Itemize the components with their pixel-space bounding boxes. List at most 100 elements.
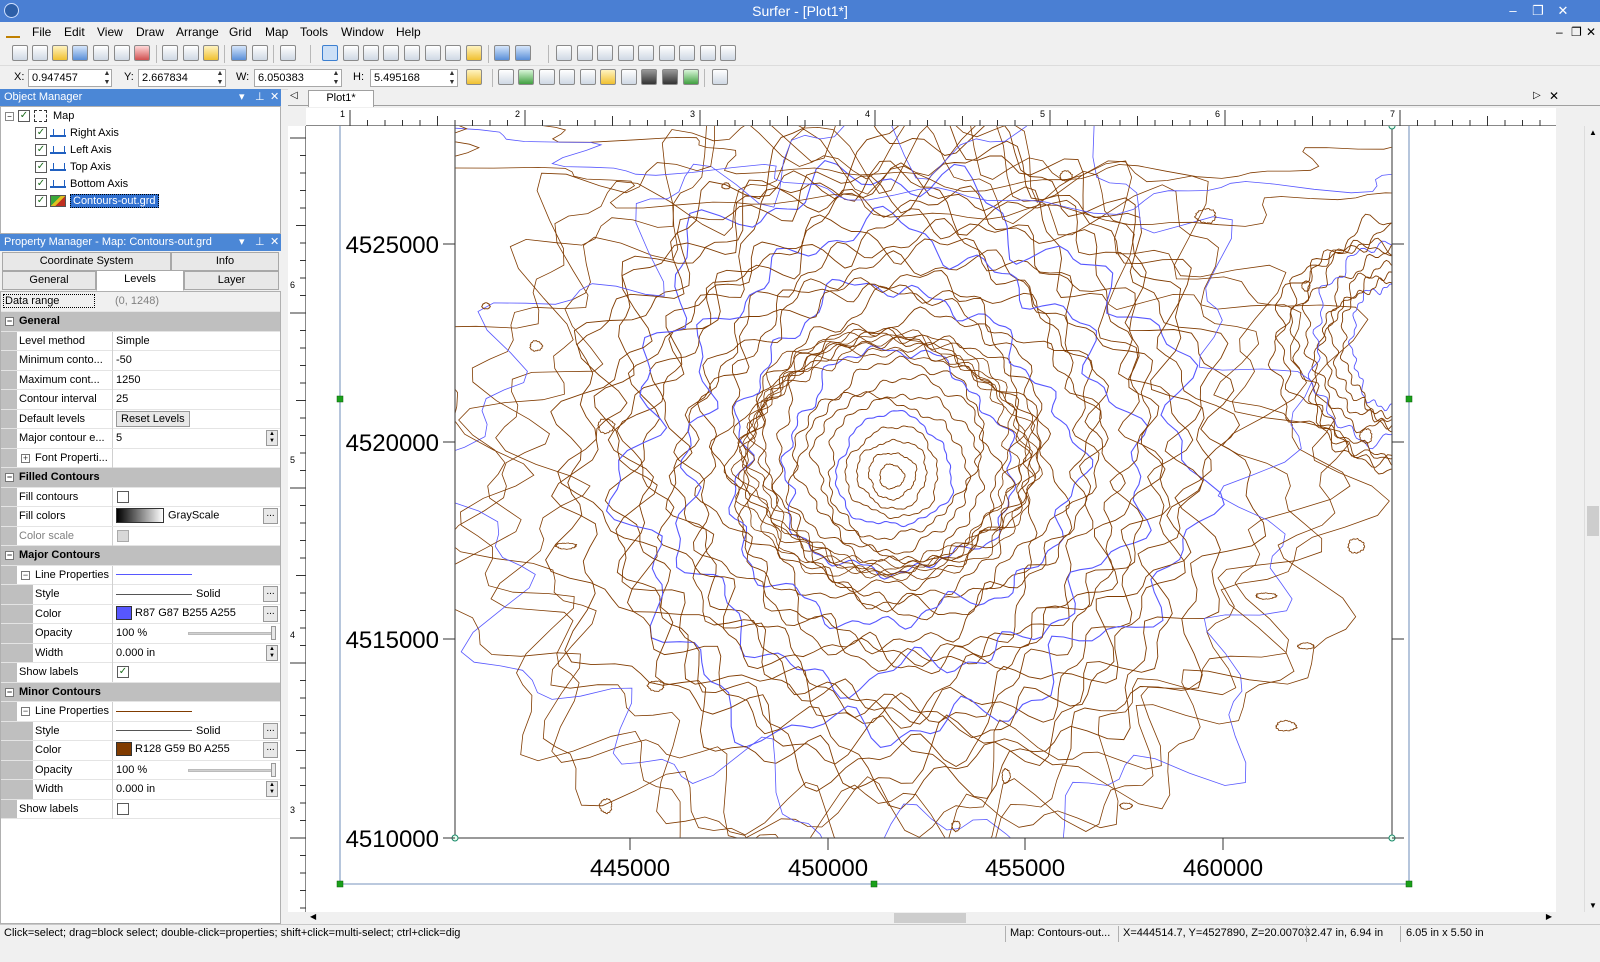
- fill-colors-value[interactable]: GrayScale ...: [112, 507, 280, 526]
- color-scale-checkbox[interactable]: [117, 529, 129, 542]
- collapse-icon[interactable]: −: [5, 473, 14, 482]
- tree-item-left-axis[interactable]: Left Axis: [70, 142, 112, 158]
- copy-icon[interactable]: [183, 45, 199, 61]
- more-options-button[interactable]: ...: [263, 605, 278, 622]
- restore-button[interactable]: ❐: [1527, 1, 1549, 21]
- spinner-icon[interactable]: ▲ ▼: [266, 781, 278, 797]
- 3d-surface-icon[interactable]: [683, 69, 699, 85]
- minor-show-labels-checkbox[interactable]: [117, 802, 129, 815]
- color-scale-row[interactable]: Color scale: [1, 526, 280, 546]
- major-style-value[interactable]: Solid ...: [112, 585, 280, 604]
- collapse-icon[interactable]: −: [21, 570, 30, 580]
- major-style-row[interactable]: Style Solid ...: [1, 585, 280, 605]
- contour-map-icon[interactable]: [518, 69, 534, 85]
- reset-levels-button[interactable]: Reset Levels: [116, 410, 190, 427]
- undo-icon[interactable]: [231, 45, 247, 61]
- symbol-icon[interactable]: [618, 45, 634, 61]
- panel-menu-icon[interactable]: ▾: [239, 235, 245, 248]
- rounded-rectangle-icon[interactable]: [659, 45, 675, 61]
- tree-item-right-axis[interactable]: Right Axis: [70, 125, 119, 141]
- top-axis-checkbox[interactable]: ✓: [35, 161, 47, 173]
- collapse-icon[interactable]: −: [5, 112, 14, 121]
- horizontal-scrollbar[interactable]: ◀ ▶: [306, 912, 1556, 924]
- major-every-row[interactable]: Major contour e... 5 ▲ ▼: [1, 429, 280, 449]
- menu-help[interactable]: Help: [396, 25, 421, 39]
- tab-info[interactable]: Info: [171, 252, 279, 271]
- menu-map[interactable]: Map: [265, 25, 288, 39]
- x-field[interactable]: 0.947457: [28, 69, 112, 87]
- text-icon[interactable]: [556, 45, 572, 61]
- minor-width-row[interactable]: Width 0.000 in ▲ ▼: [1, 780, 280, 800]
- minor-style-value[interactable]: Solid ...: [112, 721, 280, 741]
- tab-levels[interactable]: Levels: [96, 270, 184, 291]
- menu-edit[interactable]: Edit: [64, 25, 85, 39]
- major-opacity-row[interactable]: Opacity 100 %: [1, 624, 280, 644]
- minor-line-properties-row[interactable]: − Line Properties: [1, 702, 280, 722]
- more-options-button[interactable]: ...: [263, 742, 278, 758]
- minor-width-value[interactable]: 0.000 in ▲ ▼: [112, 780, 280, 799]
- level-method-row[interactable]: Level method Simple: [1, 331, 280, 351]
- collapse-icon[interactable]: −: [21, 707, 30, 716]
- minor-opacity-value[interactable]: 100 %: [112, 760, 280, 780]
- minor-color-value[interactable]: R128 G59 B0 A255 ...: [112, 741, 280, 760]
- w-spinner-icon[interactable]: ▲ ▼: [331, 69, 341, 87]
- contour-interval-value[interactable]: 25: [112, 390, 280, 409]
- collapse-icon[interactable]: −: [5, 317, 14, 326]
- paste-icon[interactable]: [203, 45, 219, 61]
- contour-map[interactable]: 4525000 4520000 4515000 4510000 445000 450000…: [306, 126, 1556, 912]
- reshape-icon[interactable]: [720, 45, 736, 61]
- minor-color-row[interactable]: Color R128 G59 B0 A255 ...: [1, 741, 280, 761]
- scroll-right-icon[interactable]: ▶: [1546, 912, 1552, 921]
- tree-item-bottom-axis[interactable]: Bottom Axis: [70, 176, 128, 192]
- major-contours-section[interactable]: − Major Contours: [1, 546, 280, 566]
- menu-grid[interactable]: Grid: [229, 25, 252, 39]
- surface-map-icon[interactable]: [662, 69, 678, 85]
- spinner-icon[interactable]: ▲ ▼: [266, 430, 278, 446]
- minor-show-labels-row[interactable]: Show labels: [1, 799, 280, 819]
- major-line-properties-row[interactable]: − Line Properties: [1, 565, 280, 585]
- slider-thumb[interactable]: [271, 626, 276, 640]
- mdi-restore-button[interactable]: ❐: [1571, 25, 1582, 39]
- cut-icon[interactable]: [162, 45, 178, 61]
- select-arrow-icon[interactable]: [322, 45, 338, 61]
- new-worksheet-icon[interactable]: [32, 45, 48, 61]
- menu-arrange[interactable]: Arrange: [176, 25, 219, 39]
- image-map-icon[interactable]: [580, 69, 596, 85]
- font-properties-row[interactable]: + Font Properti...: [1, 448, 280, 468]
- min-contour-row[interactable]: Minimum conto... -50: [1, 351, 280, 371]
- menu-file[interactable]: File: [32, 25, 51, 39]
- major-color-value[interactable]: R87 G87 B255 A255 ...: [112, 604, 280, 624]
- filled-contours-section[interactable]: − Filled Contours: [1, 468, 280, 488]
- panel-close-icon[interactable]: ✕: [270, 235, 279, 248]
- tree-item-top-axis[interactable]: Top Axis: [70, 159, 111, 175]
- collapse-icon[interactable]: −: [5, 551, 14, 560]
- major-color-row[interactable]: Color R87 G87 B255 A255 ...: [1, 604, 280, 624]
- menu-draw[interactable]: Draw: [136, 25, 164, 39]
- menu-view[interactable]: View: [97, 25, 123, 39]
- vector-map-icon[interactable]: [621, 69, 637, 85]
- major-width-row[interactable]: Width 0.000 in ▲ ▼: [1, 643, 280, 663]
- tab-scroll-left-icon[interactable]: ◁: [290, 90, 298, 101]
- redo-icon[interactable]: [252, 45, 268, 61]
- fill-colors-row[interactable]: Fill colors GrayScale ...: [1, 507, 280, 527]
- general-section[interactable]: − General: [1, 312, 280, 332]
- plot-canvas[interactable]: 4525000 4520000 4515000 4510000 445000 450000…: [306, 126, 1556, 912]
- base-map-icon[interactable]: [498, 69, 514, 85]
- left-axis-checkbox[interactable]: ✓: [35, 144, 47, 156]
- w-field[interactable]: 6.050383: [254, 69, 342, 87]
- mdi-close-button[interactable]: ✕: [1586, 25, 1596, 39]
- tab-plot1[interactable]: Plot1*: [308, 90, 374, 107]
- close-button[interactable]: ✕: [1552, 1, 1574, 21]
- rotate-icon[interactable]: [515, 45, 531, 61]
- x-spinner-icon[interactable]: ▲ ▼: [102, 69, 112, 87]
- stack-maps-icon[interactable]: [712, 69, 728, 85]
- minimize-button[interactable]: –: [1502, 1, 1524, 21]
- contours-checkbox[interactable]: ✓: [35, 195, 47, 207]
- classed-post-icon[interactable]: [559, 69, 575, 85]
- y-spinner-icon[interactable]: ▲ ▼: [215, 69, 225, 87]
- tab-layer[interactable]: Layer: [184, 271, 279, 290]
- save-icon[interactable]: [72, 45, 88, 61]
- more-options-button[interactable]: ...: [263, 586, 278, 602]
- open-folder-icon[interactable]: [52, 45, 68, 61]
- scroll-down-icon[interactable]: ▼: [1589, 901, 1597, 910]
